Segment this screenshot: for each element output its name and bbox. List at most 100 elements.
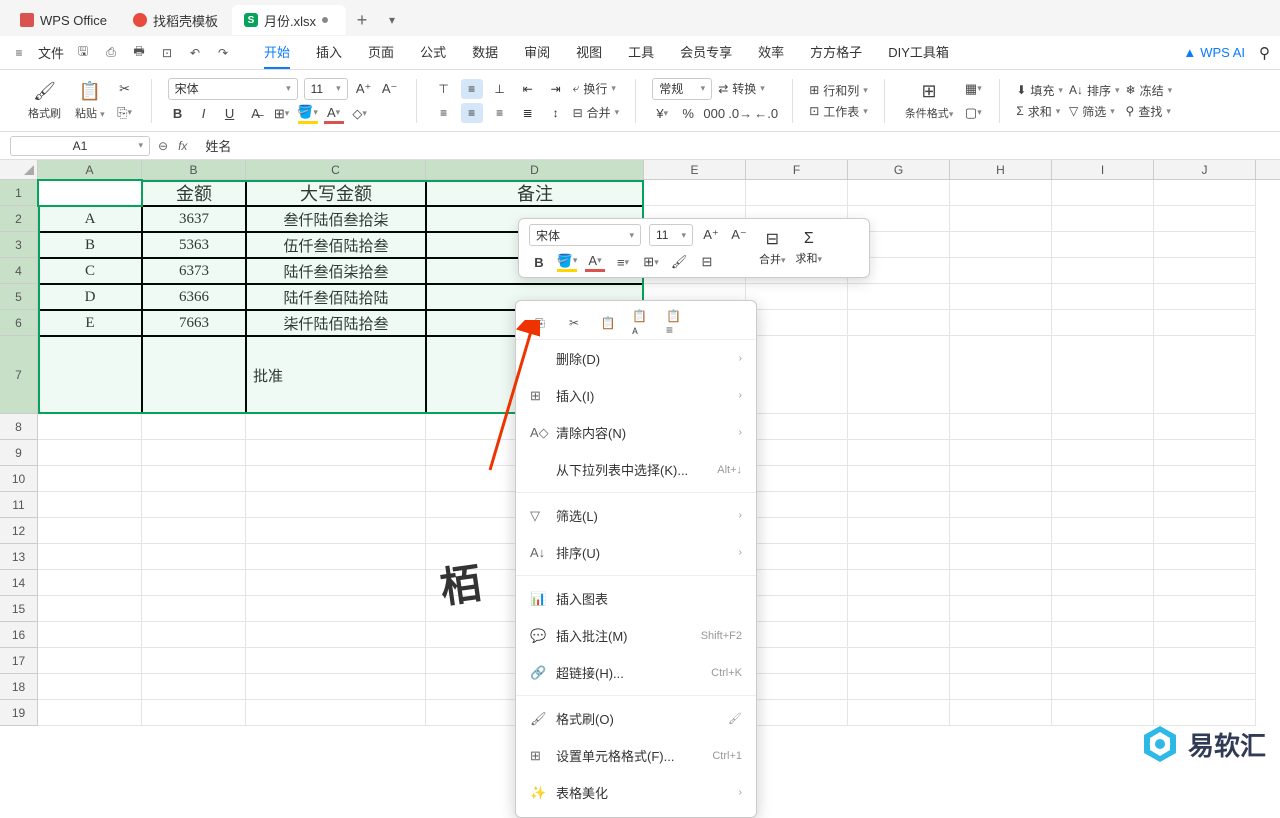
table-style-icon[interactable]: ▦▾ [963, 79, 983, 99]
font-select[interactable]: 宋体▾ [168, 78, 298, 100]
cell[interactable] [38, 622, 142, 648]
tab-ffgz[interactable]: 方方格子 [810, 36, 862, 69]
cell[interactable] [1052, 570, 1154, 596]
col-header-a[interactable]: A [38, 160, 142, 179]
cell-style-icon[interactable]: ▢▾ [963, 103, 983, 123]
convert-button[interactable]: ⇄ 转换▾ [718, 80, 765, 97]
cell[interactable] [848, 596, 950, 622]
cell[interactable] [38, 440, 142, 466]
cell[interactable]: 伍仟叁佰陆拾叁 [246, 232, 426, 258]
cell[interactable]: 5363 [142, 232, 246, 258]
cell[interactable] [1154, 466, 1256, 492]
cell[interactable] [950, 674, 1052, 700]
tab-vip[interactable]: 会员专享 [680, 36, 732, 69]
decrease-indent-icon[interactable]: ⇤ [517, 79, 539, 99]
cell[interactable] [848, 336, 950, 414]
cell[interactable] [1052, 700, 1154, 726]
cell[interactable] [246, 440, 426, 466]
justify-icon[interactable]: ≣ [517, 103, 539, 123]
cell[interactable]: A [38, 206, 142, 232]
cell[interactable] [1052, 232, 1154, 258]
freeze-button[interactable]: ❄ 冻结▾ [1126, 82, 1173, 99]
mini-decrease-font-icon[interactable]: A⁻ [729, 225, 749, 245]
border-icon[interactable]: ⊞▾ [272, 104, 292, 124]
cell[interactable] [950, 570, 1052, 596]
row-header[interactable]: 5 [0, 284, 38, 310]
cell[interactable] [1154, 622, 1256, 648]
wrap-text-button[interactable]: ⤶ 换行▾ [573, 80, 616, 97]
cell[interactable] [1154, 180, 1256, 206]
row-header[interactable]: 4 [0, 258, 38, 284]
tab-diy[interactable]: DIY工具箱 [888, 36, 949, 69]
cell[interactable]: D [38, 284, 142, 310]
mini-sum-button[interactable]: Σ求和▾ [796, 230, 823, 266]
cell[interactable] [848, 544, 950, 570]
col-header-i[interactable]: I [1052, 160, 1154, 179]
cell[interactable] [246, 492, 426, 518]
hamburger-icon[interactable]: ≡ [10, 44, 28, 62]
ctx-paste-list-icon[interactable]: 📋≡ [666, 313, 686, 333]
tab-review[interactable]: 审阅 [524, 36, 550, 69]
cell[interactable] [246, 700, 426, 726]
cell[interactable] [950, 622, 1052, 648]
cut-icon[interactable]: ✂ [115, 79, 135, 99]
percent-icon[interactable]: % [678, 104, 698, 124]
row-header[interactable]: 13 [0, 544, 38, 570]
cell[interactable] [950, 180, 1052, 206]
cell[interactable] [950, 648, 1052, 674]
cell[interactable]: 6373 [142, 258, 246, 284]
cell[interactable] [1052, 310, 1154, 336]
cell[interactable] [1154, 232, 1256, 258]
ctx-insert[interactable]: ⊞插入(I)› [516, 377, 756, 414]
cell[interactable]: 叁仟陆佰叁拾柒 [246, 206, 426, 232]
format-painter-button[interactable]: 🖌格式刷 [24, 79, 65, 123]
cell[interactable] [246, 466, 426, 492]
cell[interactable] [1154, 258, 1256, 284]
cell[interactable]: 陆仟叁佰柒拾叁 [246, 258, 426, 284]
row-header[interactable]: 11 [0, 492, 38, 518]
cond-format-button[interactable]: ⊞条件格式▾ [901, 79, 958, 123]
cell[interactable]: 7663 [142, 310, 246, 336]
cell[interactable] [1052, 284, 1154, 310]
redo-icon[interactable]: ↷ [214, 44, 232, 62]
cell[interactable] [950, 466, 1052, 492]
row-header[interactable]: 3 [0, 232, 38, 258]
row-header[interactable]: 17 [0, 648, 38, 674]
cell[interactable] [1052, 206, 1154, 232]
cell[interactable] [1052, 674, 1154, 700]
mini-font-select[interactable]: 宋体▾ [529, 224, 641, 246]
cell[interactable] [950, 544, 1052, 570]
cell[interactable]: C [38, 258, 142, 284]
cell[interactable]: 姓名 [38, 180, 142, 206]
mini-border-icon[interactable]: ⊞▾ [641, 252, 661, 272]
cancel-formula-icon[interactable]: ⊖ [158, 139, 168, 153]
cell[interactable] [1154, 518, 1256, 544]
row-header[interactable]: 18 [0, 674, 38, 700]
col-header-e[interactable]: E [644, 160, 746, 179]
ctx-insert-comment[interactable]: 💬插入批注(M)Shift+F2 [516, 617, 756, 654]
cell[interactable] [848, 674, 950, 700]
cell[interactable] [746, 336, 848, 414]
cell[interactable] [1052, 648, 1154, 674]
cell[interactable] [246, 674, 426, 700]
align-middle-icon[interactable]: ≡ [461, 79, 483, 99]
file-menu[interactable]: 文件 [38, 43, 64, 62]
cell[interactable] [848, 440, 950, 466]
decrease-font-icon[interactable]: A⁻ [380, 79, 400, 99]
cell[interactable] [1154, 674, 1256, 700]
cell[interactable] [1052, 492, 1154, 518]
cell[interactable] [1052, 258, 1154, 284]
worksheet-button[interactable]: ⊡ 工作表▾ [809, 103, 868, 120]
cell[interactable] [644, 180, 746, 206]
ctx-cut-icon[interactable]: ✂ [564, 313, 584, 333]
cell[interactable] [38, 336, 142, 414]
ctx-filter[interactable]: ▽筛选(L)› [516, 497, 756, 534]
mini-clear-icon[interactable]: ⊟ [697, 252, 717, 272]
ctx-format-painter[interactable]: 🖌格式刷(O)🖌 [516, 700, 756, 737]
find-button[interactable]: ⚲ 查找▾ [1126, 103, 1173, 120]
cell[interactable] [38, 700, 142, 726]
cell[interactable]: 3637 [142, 206, 246, 232]
row-header[interactable]: 1 [0, 180, 38, 206]
cell[interactable] [38, 648, 142, 674]
cell[interactable] [1052, 466, 1154, 492]
